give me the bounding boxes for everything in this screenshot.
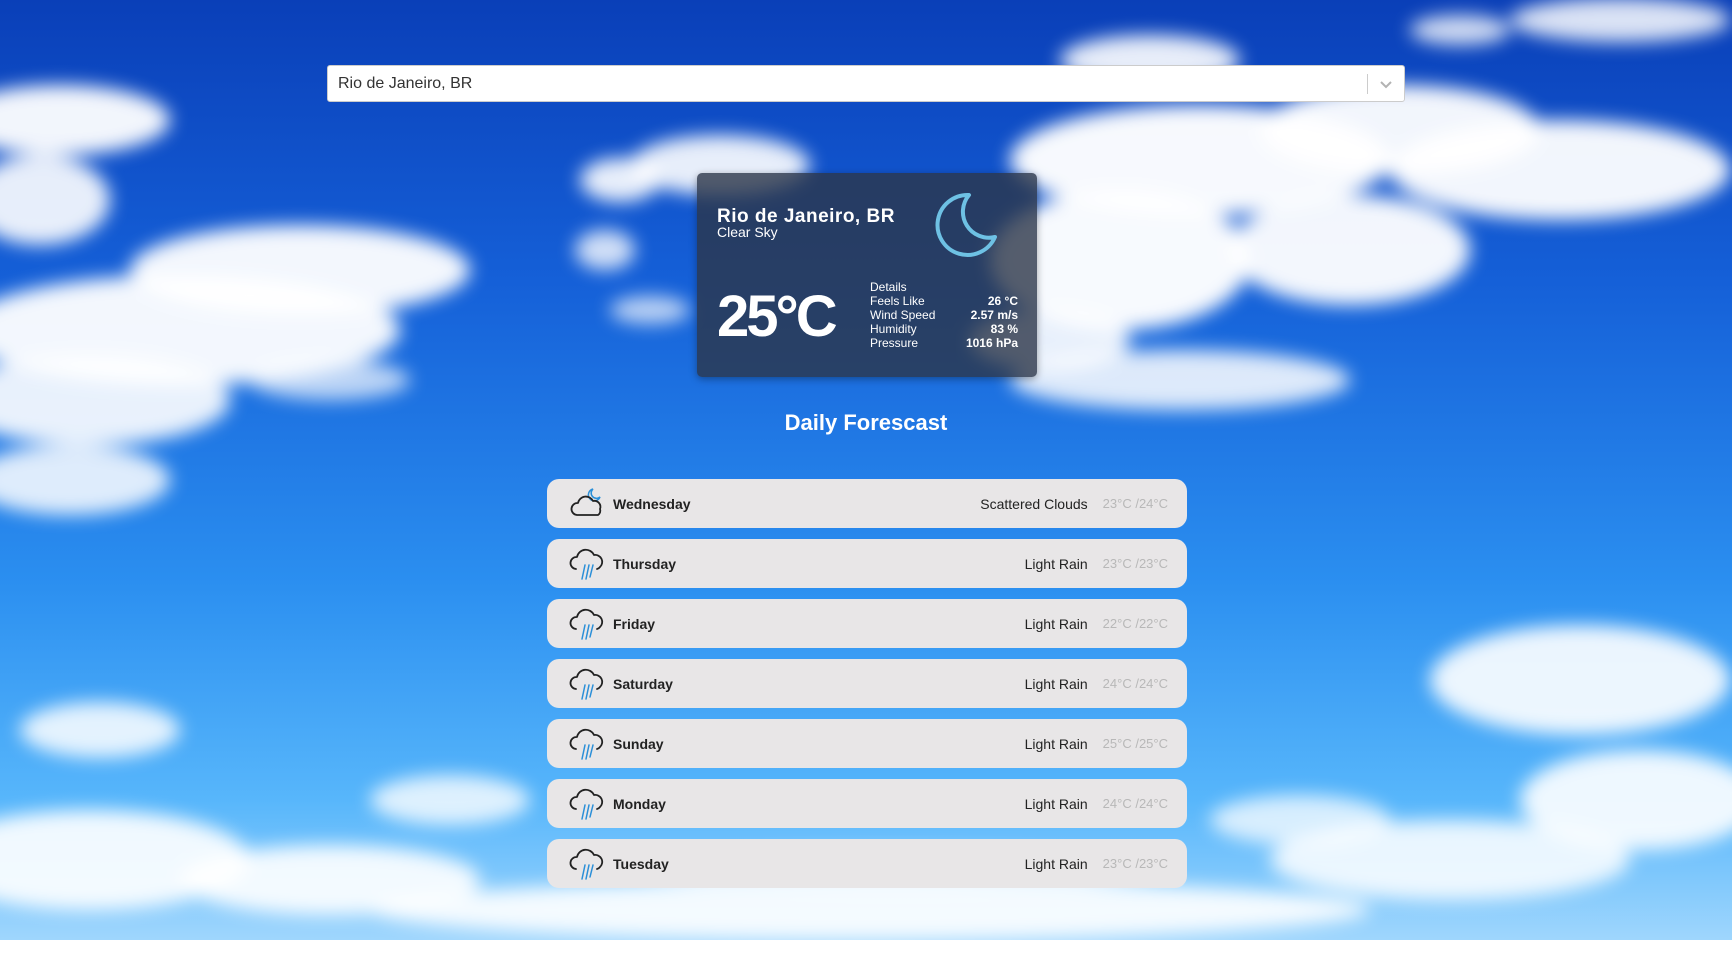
- detail-row-feels-like: Feels Like 26 °C: [870, 294, 1018, 308]
- forecast-range: 22°C /22°C: [1102, 616, 1168, 631]
- forecast-condition: Light Rain: [1024, 795, 1088, 812]
- forecast-range: 23°C /24°C: [1102, 496, 1168, 511]
- detail-label: Feels Like: [870, 294, 925, 308]
- forecast-range: 23°C /23°C: [1102, 856, 1168, 871]
- detail-label: Pressure: [870, 336, 919, 350]
- rain-icon: [569, 545, 607, 583]
- forecast-condition: Light Rain: [1024, 675, 1088, 692]
- forecast-range: 24°C /24°C: [1102, 796, 1168, 811]
- rain-icon: [569, 665, 607, 703]
- daily-forecast-title: Daily Forescast: [784, 410, 948, 435]
- forecast-range: 25°C /25°C: [1102, 736, 1168, 751]
- detail-row-wind-speed: Wind Speed 2.57 m/s: [870, 308, 1018, 322]
- forecast-row-tuesday[interactable]: Tuesday Light Rain 23°C /23°C: [547, 839, 1187, 888]
- forecast-day: Saturday: [613, 675, 673, 692]
- forecast-row-monday[interactable]: Monday Light Rain 24°C /24°C: [547, 779, 1187, 828]
- current-temperature: 25°C: [717, 284, 838, 349]
- forecast-condition: Light Rain: [1024, 555, 1088, 572]
- current-weather-card: Rio de Janeiro, BR Clear Sky 25°C Detail…: [697, 173, 1037, 377]
- city-search-select[interactable]: Rio de Janeiro, BR: [327, 65, 1405, 102]
- cloud-moon-icon: [569, 485, 607, 523]
- chevron-down-icon[interactable]: [1368, 66, 1404, 102]
- details-heading: Details: [870, 280, 907, 294]
- detail-value: 83 %: [990, 322, 1018, 336]
- detail-value: 1016 hPa: [965, 336, 1018, 350]
- detail-row-pressure: Pressure 1016 hPa: [870, 336, 1018, 350]
- forecast-day: Sunday: [613, 735, 664, 752]
- detail-row-humidity: Humidity 83 %: [870, 322, 1018, 336]
- details-panel: Details Feels Like 26 °C Wind Speed 2.57…: [870, 280, 1018, 350]
- detail-value: 26 °C: [987, 294, 1018, 308]
- detail-value: 2.57 m/s: [970, 308, 1018, 322]
- rain-icon: [569, 785, 607, 823]
- forecast-row-wednesday[interactable]: Wednesday Scattered Clouds 23°C /24°C: [547, 479, 1187, 528]
- forecast-day: Tuesday: [613, 855, 669, 872]
- rain-icon: [569, 725, 607, 763]
- search-selected-value[interactable]: Rio de Janeiro, BR: [328, 75, 1367, 93]
- forecast-day: Thursday: [613, 555, 677, 572]
- forecast-day: Monday: [613, 795, 666, 812]
- forecast-condition: Scattered Clouds: [980, 495, 1088, 512]
- forecast-row-friday[interactable]: Friday Light Rain 22°C /22°C: [547, 599, 1187, 648]
- forecast-condition: Light Rain: [1024, 735, 1088, 752]
- forecast-condition: Light Rain: [1024, 855, 1088, 872]
- forecast-range: 24°C /24°C: [1102, 676, 1168, 691]
- moon-icon: [929, 189, 1001, 266]
- forecast-row-saturday[interactable]: Saturday Light Rain 24°C /24°C: [547, 659, 1187, 708]
- rain-icon: [569, 845, 607, 883]
- forecast-list: Wednesday Scattered Clouds 23°C /24°C Th…: [547, 479, 1187, 899]
- detail-label: Humidity: [870, 322, 917, 336]
- forecast-range: 23°C /23°C: [1102, 556, 1168, 571]
- forecast-row-sunday[interactable]: Sunday Light Rain 25°C /25°C: [547, 719, 1187, 768]
- forecast-day: Friday: [613, 615, 656, 632]
- footer-strip: [0, 940, 1732, 973]
- forecast-day: Wednesday: [613, 495, 691, 512]
- forecast-condition: Light Rain: [1024, 615, 1088, 632]
- forecast-row-thursday[interactable]: Thursday Light Rain 23°C /23°C: [547, 539, 1187, 588]
- current-description: Clear Sky: [717, 224, 778, 240]
- detail-label: Wind Speed: [870, 308, 936, 322]
- rain-icon: [569, 605, 607, 643]
